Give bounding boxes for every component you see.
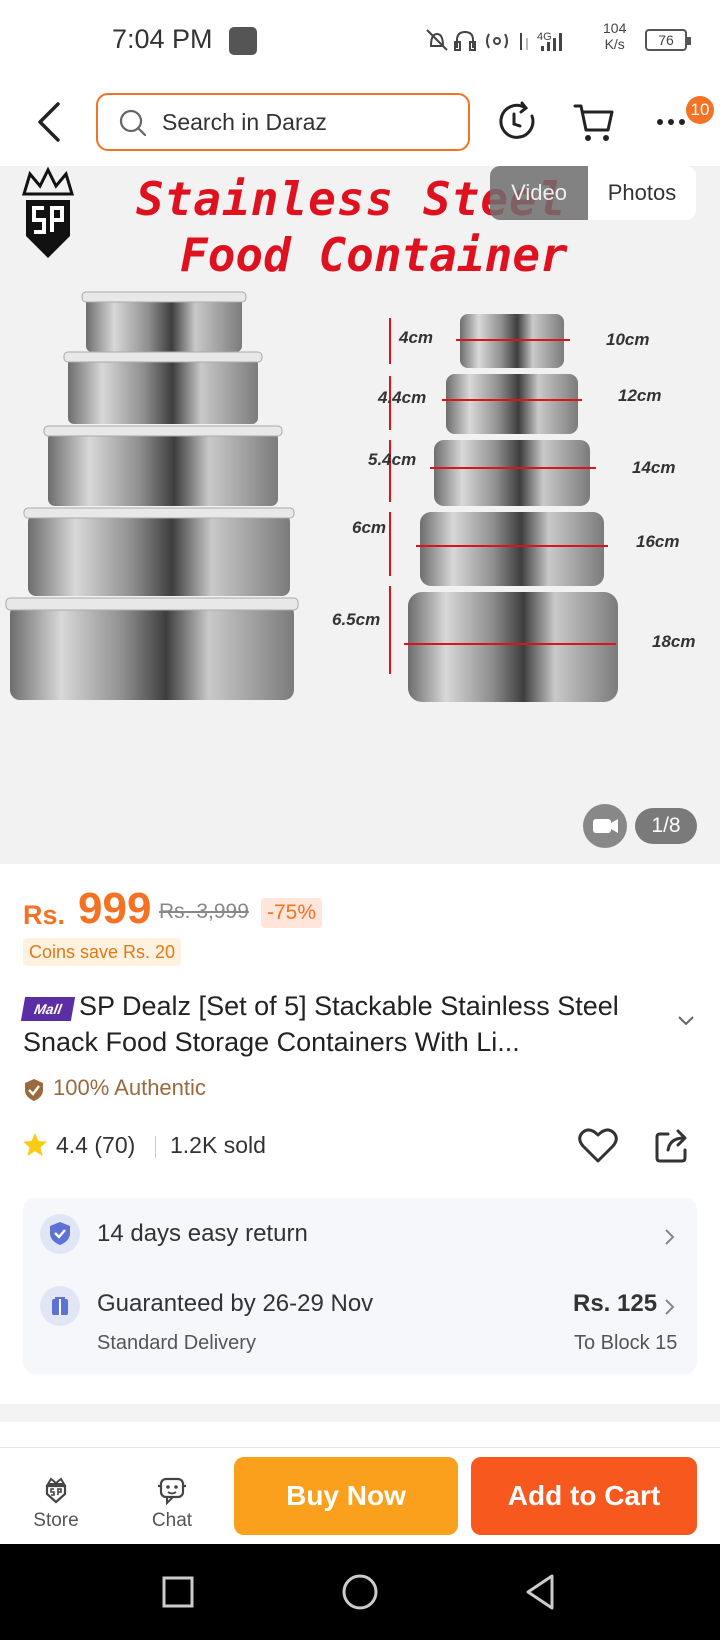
sold-count: 1.2K sold (170, 1132, 266, 1158)
cart-badge: 10 (686, 96, 714, 124)
back-nav-icon[interactable] (522, 1572, 558, 1612)
wishlist-heart-icon[interactable] (578, 1126, 618, 1164)
diameter-label: 18cm (652, 632, 696, 651)
product-info: Rs. 999 Rs. 3,999 -75% Coins save Rs. 20… (0, 864, 720, 1404)
delivery-type: Standard Delivery (97, 1332, 256, 1354)
status-bar: 7:04 PM 4G 104 K/s 76 (0, 0, 720, 80)
bottom-action-bar: Store Chat Buy Now Add to Cart (0, 1448, 720, 1544)
store-button[interactable]: Store (6, 1448, 106, 1544)
height-label: 4cm (399, 328, 434, 347)
price-currency: Rs. (23, 900, 66, 930)
network-speed: 104 K/s (603, 20, 626, 52)
cart-icon[interactable] (572, 100, 616, 144)
container-stack-right (404, 314, 618, 702)
history-icon[interactable] (496, 100, 540, 144)
buy-now-button[interactable]: Buy Now (234, 1457, 458, 1535)
authentic-label: 100% Authentic (53, 1075, 206, 1100)
add-to-cart-button[interactable]: Add to Cart (471, 1457, 697, 1535)
star-icon (23, 1133, 47, 1156)
app-notification-icon (229, 27, 257, 55)
image-counter: 1/8 (635, 808, 697, 844)
tab-video[interactable]: Video (490, 166, 588, 220)
height-label: 5.4cm (368, 450, 417, 469)
chevron-down-icon[interactable] (676, 1014, 696, 1028)
product-image-gallery[interactable]: Stainless Steel 5 P Food Container Video… (0, 166, 720, 864)
share-icon[interactable] (654, 1126, 690, 1164)
divider (155, 1136, 156, 1158)
signal-label: 4G (537, 31, 552, 43)
top-header: Search in Daraz 10 (0, 80, 720, 166)
return-shield-icon (40, 1214, 80, 1254)
delivery-guarantee[interactable]: Guaranteed by 26-29 Nov (97, 1290, 373, 1318)
network-speed-value: 104 (603, 20, 627, 36)
discount-badge: -75% (261, 898, 323, 928)
original-price: Rs. 3,999 (159, 900, 249, 923)
chevron-right-icon[interactable] (663, 1228, 675, 1246)
search-placeholder: Search in Daraz (162, 109, 327, 135)
chat-icon (158, 1477, 186, 1506)
rating-text[interactable]: 4.4 (70) (56, 1132, 135, 1159)
delivery-box-icon (40, 1286, 80, 1326)
height-label: 4.4cm (378, 388, 427, 407)
image-title-line2: Food Container (180, 228, 568, 282)
chevron-right-icon[interactable] (663, 1298, 675, 1316)
container-stack-left (5, 291, 299, 700)
search-icon (119, 109, 147, 137)
video-camera-icon (593, 819, 618, 833)
brand-logo (21, 166, 75, 258)
delivery-fee: Rs. 125 (573, 1290, 658, 1317)
status-time: 7:04 PM (112, 24, 213, 54)
system-navigation-bar (0, 1544, 720, 1640)
height-label: 6cm (352, 518, 387, 537)
recent-apps-icon[interactable] (160, 1574, 196, 1610)
chat-label: Chat (151, 1510, 193, 1531)
height-label: 6.5cm (332, 610, 381, 629)
status-icons: 4G (426, 29, 562, 51)
video-play-button[interactable] (583, 804, 627, 848)
diameter-label: 12cm (618, 386, 662, 405)
search-bar[interactable]: Search in Daraz (96, 93, 470, 151)
home-icon[interactable] (340, 1572, 380, 1612)
section-top-edge (0, 1422, 720, 1448)
store-icon (45, 1477, 67, 1504)
chat-button[interactable]: Chat (122, 1448, 222, 1544)
shield-check-icon (25, 1079, 43, 1101)
section-divider (0, 1404, 720, 1422)
back-arrow-icon[interactable] (30, 100, 70, 144)
tab-photos[interactable]: Photos (588, 166, 696, 220)
service-card: 14 days easy return Guaranteed by 26-29 … (23, 1198, 697, 1374)
diameter-label: 10cm (606, 330, 650, 349)
return-policy-text[interactable]: 14 days easy return (97, 1220, 308, 1248)
network-speed-unit: K/s (604, 36, 625, 52)
diameter-label: 14cm (632, 458, 676, 477)
price-value: 999 (78, 884, 152, 933)
store-label: Store (33, 1510, 79, 1531)
coins-save-badge: Coins save Rs. 20 (23, 938, 182, 966)
product-title[interactable]: SP Dealz [Set of 5] Stackable Stainless … (23, 988, 663, 1060)
battery-icon: 76 (645, 29, 691, 51)
media-tabs: Video Photos (490, 166, 696, 220)
diameter-label: 16cm (636, 532, 680, 551)
delivery-location: To Block 15 (574, 1332, 678, 1354)
height-markers (389, 318, 391, 674)
